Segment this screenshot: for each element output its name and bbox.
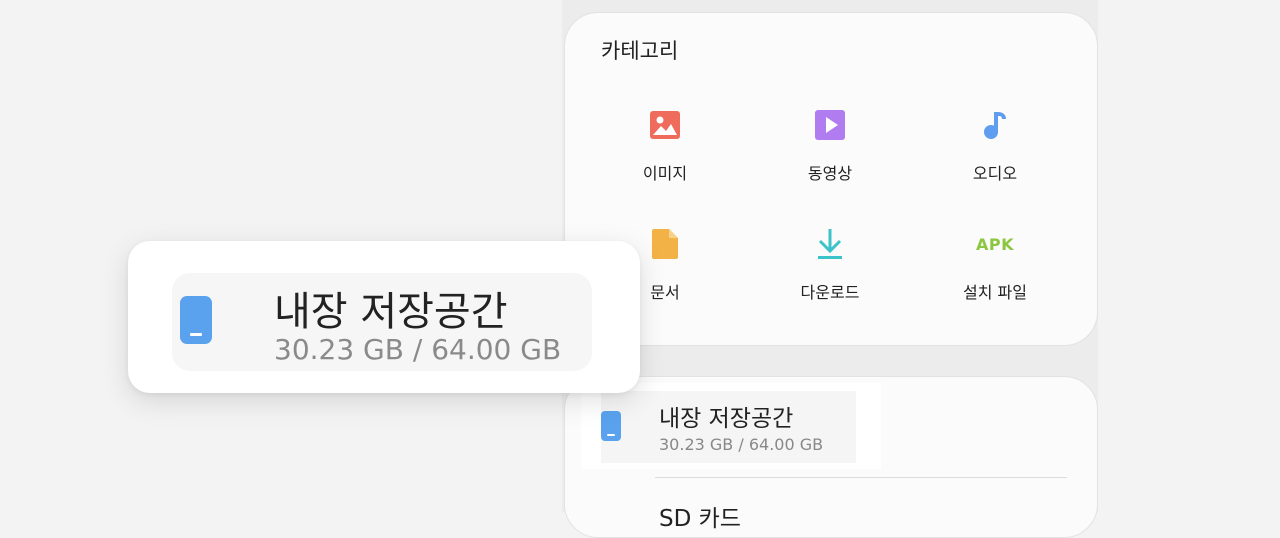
video-icon — [813, 108, 847, 142]
zoom-storage-usage: 30.23 GB / 64.00 GB — [274, 333, 562, 366]
category-label: 이미지 — [642, 164, 688, 183]
zoom-storage-title[interactable]: 내장 저장공간 — [274, 279, 508, 337]
audio-icon — [978, 108, 1012, 142]
category-installation-files[interactable]: APK 설치 파일 — [925, 227, 1065, 317]
phone-storage-icon — [601, 411, 621, 441]
internal-storage-zoom-callout: 내장 저장공간 30.23 GB / 64.00 GB — [128, 241, 640, 393]
categories-card: 카테고리 이미지 동영상 오디오 문서 다운로드 APK 설치 파일 — [564, 12, 1098, 346]
sd-card-title[interactable]: SD 카드 — [659, 499, 741, 533]
category-images[interactable]: 이미지 — [595, 108, 735, 198]
category-label: 동영상 — [807, 164, 853, 183]
storage-card: 내장 저장공간 30.23 GB / 64.00 GB SD 카드 — [564, 376, 1098, 538]
category-label: 다운로드 — [800, 283, 860, 302]
category-label: 설치 파일 — [963, 283, 1027, 302]
document-icon — [648, 227, 682, 261]
image-icon — [648, 108, 682, 142]
internal-storage-usage: 30.23 GB / 64.00 GB — [659, 435, 824, 454]
category-label: 오디오 — [972, 164, 1018, 183]
apk-icon: APK — [976, 234, 1015, 254]
category-downloads[interactable]: 다운로드 — [760, 227, 900, 317]
category-videos[interactable]: 동영상 — [760, 108, 900, 198]
download-icon — [813, 227, 847, 261]
category-audio[interactable]: 오디오 — [925, 108, 1065, 198]
categories-title: 카테고리 — [601, 39, 679, 63]
phone-storage-icon — [180, 296, 212, 344]
divider — [655, 477, 1067, 478]
internal-storage-title[interactable]: 내장 저장공간 — [659, 399, 793, 433]
